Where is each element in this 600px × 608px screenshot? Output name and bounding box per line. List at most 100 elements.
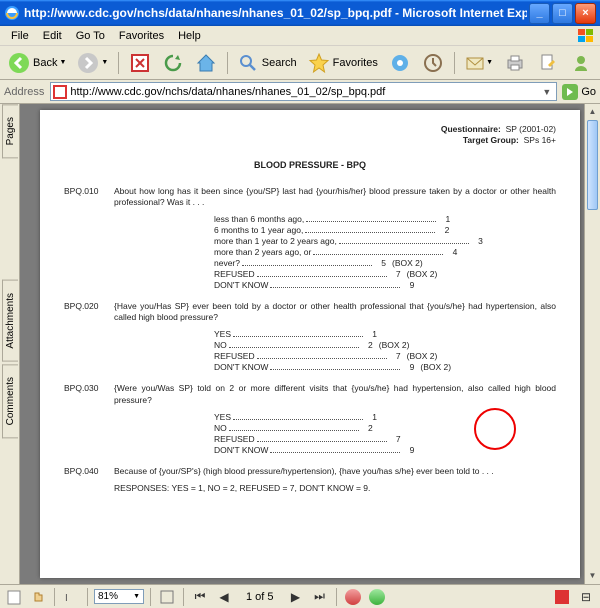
scroll-thumb[interactable] [587, 120, 598, 210]
forward-button[interactable]: ▼ [73, 50, 112, 76]
scroll-up-icon[interactable]: ▲ [585, 104, 600, 120]
edit-icon [537, 52, 559, 74]
option-row: REFUSED7(BOX 2) [214, 351, 556, 362]
page-indicator: 1 of 5 [246, 591, 274, 603]
q030-code: BPQ.030 [64, 383, 114, 455]
scroll-down-icon[interactable]: ▼ [585, 568, 600, 584]
vertical-scrollbar[interactable]: ▲ ▼ [584, 104, 600, 584]
back-icon [8, 52, 30, 74]
option-row: YES1 [214, 329, 556, 340]
option-row: REFUSED7(BOX 2) [214, 269, 556, 280]
go-label: Go [581, 86, 596, 98]
red-circle-annotation [474, 408, 516, 450]
back-button[interactable]: Back ▼ [4, 50, 70, 76]
windows-flag-icon [576, 27, 596, 45]
address-bar: Address ▼ Go [0, 80, 600, 104]
pdf-menu-icon [555, 590, 569, 604]
refresh-button[interactable] [158, 50, 188, 76]
zoom-select[interactable]: 81% ▼ [94, 589, 144, 604]
option-row: NO2(BOX 2) [214, 340, 556, 351]
prev-page-button[interactable]: ◀ [214, 587, 234, 607]
forward-view-button[interactable] [367, 587, 387, 607]
content-area: Pages Attachments Comments Questionnaire… [0, 104, 600, 584]
pdf-icon [53, 85, 67, 99]
pdf-select-button[interactable] [28, 587, 48, 607]
edit-doc-button[interactable] [533, 50, 563, 76]
comments-tab[interactable]: Comments [2, 364, 18, 438]
home-button[interactable] [191, 50, 221, 76]
window-titlebar: http://www.cdc.gov/nchs/data/nhanes/nhan… [0, 0, 600, 26]
back-view-button[interactable] [343, 587, 363, 607]
mail-button[interactable]: ▼ [460, 50, 497, 76]
favorites-button[interactable]: Favorites [304, 50, 382, 76]
star-icon [308, 52, 330, 74]
browser-toolbar: Back ▼ ▼ Search Favorites ▼ [0, 46, 600, 80]
stop-button[interactable] [125, 50, 155, 76]
last-page-button[interactable]: ⏭ [310, 587, 330, 607]
close-button[interactable]: × [575, 3, 596, 24]
zoom-dropdown-icon: ▼ [133, 593, 140, 600]
search-button[interactable]: Search [233, 50, 301, 76]
pdf-page: Questionnaire: SP (2001-02) Target Group… [40, 110, 580, 578]
maximize-button[interactable]: □ [552, 3, 573, 24]
q010-code: BPQ.010 [64, 186, 114, 291]
home-icon [195, 52, 217, 74]
mail-icon [464, 52, 486, 74]
attachments-tab[interactable]: Attachments [2, 280, 18, 362]
meta-q-label: Questionnaire: [441, 124, 501, 134]
print-button[interactable] [500, 50, 530, 76]
url-input[interactable] [70, 86, 539, 98]
search-icon [237, 52, 259, 74]
menu-bar: File Edit Go To Favorites Help [0, 26, 600, 46]
go-button[interactable]: Go [561, 83, 596, 101]
messenger-icon [570, 52, 592, 74]
option-row: DON'T KNOW9 [214, 280, 556, 291]
pdf-text-select-button[interactable]: I [61, 587, 81, 607]
menu-help[interactable]: Help [171, 28, 208, 44]
go-icon [561, 83, 579, 101]
pdf-menu-button[interactable] [552, 587, 572, 607]
meta-q-val: SP (2001-02) [506, 124, 556, 134]
first-page-button[interactable]: ⏮ [190, 587, 210, 607]
pdf-side-tabs: Pages Attachments Comments [0, 104, 20, 584]
menu-edit[interactable]: Edit [36, 28, 69, 44]
q040-responses: RESPONSES: YES = 1, NO = 2, REFUSED = 7,… [114, 483, 556, 494]
menu-goto[interactable]: Go To [69, 28, 112, 44]
window-title: http://www.cdc.gov/nchs/data/nhanes/nhan… [24, 6, 527, 20]
pdf-save-button[interactable] [4, 587, 24, 607]
address-field[interactable]: ▼ [50, 82, 557, 101]
back-label: Back [33, 57, 57, 69]
address-label: Address [4, 86, 44, 98]
collapse-button[interactable]: ⊟ [576, 587, 596, 607]
history-icon [422, 52, 444, 74]
next-page-button[interactable]: ▶ [286, 587, 306, 607]
option-row: 6 months to 1 year ago,2 [214, 225, 556, 236]
search-label: Search [262, 57, 297, 69]
address-dropdown-icon[interactable]: ▼ [539, 87, 554, 97]
option-row: more than 1 year to 2 years ago,3 [214, 236, 556, 247]
pdf-fit-button[interactable] [157, 587, 177, 607]
circle-fwd-icon [369, 589, 385, 605]
refresh-icon [162, 52, 184, 74]
q030-text: {Were you/Was SP} told on 2 or more diff… [114, 383, 556, 405]
fit-icon [159, 589, 175, 605]
zoom-value: 81% [98, 591, 118, 602]
history-button[interactable] [418, 50, 448, 76]
menu-file[interactable]: File [4, 28, 36, 44]
menu-favorites[interactable]: Favorites [112, 28, 171, 44]
minimize-button[interactable]: _ [529, 3, 550, 24]
document-viewport[interactable]: Questionnaire: SP (2001-02) Target Group… [20, 104, 600, 584]
forward-dropdown-icon: ▼ [101, 59, 108, 66]
media-button[interactable] [385, 50, 415, 76]
option-row: more than 2 years ago, or4 [214, 247, 556, 258]
circle-back-icon [345, 589, 361, 605]
q020-text: {Have you/Has SP} ever been told by a do… [114, 301, 556, 323]
pages-tab[interactable]: Pages [2, 104, 18, 158]
favorites-label: Favorites [333, 57, 378, 69]
option-row: never?5(BOX 2) [214, 258, 556, 269]
meta-tg-val: SPs 16+ [524, 135, 556, 145]
q010-text: About how long has it been since {you/SP… [114, 186, 556, 208]
meta-tg-label: Target Group: [463, 135, 519, 145]
messenger-button[interactable] [566, 50, 596, 76]
ie-logo-icon [4, 5, 20, 21]
